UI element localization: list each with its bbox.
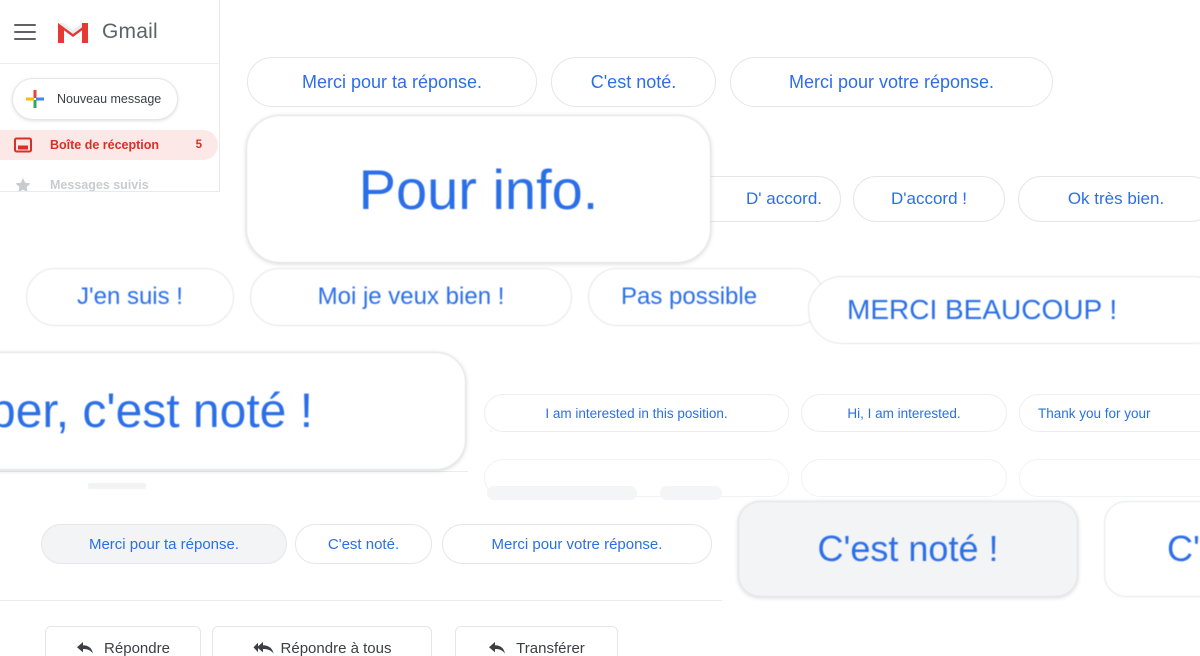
smart-reply-chip[interactable]: Merci pour votre réponse. bbox=[442, 524, 712, 564]
content-divider bbox=[0, 600, 722, 601]
message-action-bar: Répondre Répondre à tous Transférer bbox=[0, 612, 1200, 656]
forward-button[interactable]: Transférer bbox=[455, 626, 618, 656]
smart-reply-chip[interactable]: Pas possible bbox=[588, 268, 824, 326]
smart-reply-chip[interactable]: C' bbox=[1104, 501, 1200, 597]
compose-button[interactable]: Nouveau message bbox=[12, 78, 178, 120]
smart-reply-chip[interactable]: J'en suis ! bbox=[26, 268, 234, 326]
sidebar-item-inbox[interactable]: Boîte de réception 5 bbox=[0, 130, 218, 160]
smart-reply-chip[interactable]: MERCI BEAUCOUP ! bbox=[808, 276, 1200, 344]
chip-ghost-line bbox=[88, 483, 146, 489]
smart-reply-chip-super-cest-note[interactable]: per, c'est noté ! bbox=[0, 352, 466, 470]
gmail-logo-icon bbox=[56, 19, 90, 45]
smart-reply-chip[interactable]: Merci pour ta réponse. bbox=[41, 524, 287, 564]
hamburger-icon[interactable] bbox=[14, 23, 36, 40]
smart-reply-chip[interactable]: Moi je veux bien ! bbox=[250, 268, 572, 326]
sidebar-item-inbox-count: 5 bbox=[195, 139, 202, 151]
sidebar-item-inbox-label: Boîte de réception bbox=[50, 138, 160, 152]
smart-reply-chip[interactable]: C'est noté. bbox=[295, 524, 432, 564]
chip-ghost-outline bbox=[1019, 459, 1200, 497]
reply-all-icon bbox=[253, 640, 274, 656]
smart-reply-chip[interactable]: D'accord ! bbox=[853, 176, 1005, 222]
chip-ghost-outline bbox=[801, 459, 1007, 497]
content-divider bbox=[0, 471, 468, 472]
smart-reply-chip[interactable]: Merci pour votre réponse. bbox=[730, 57, 1053, 107]
smart-reply-chip[interactable]: Hi, I am interested. bbox=[801, 394, 1007, 432]
reply-icon bbox=[76, 640, 94, 656]
smart-reply-chip[interactable]: Merci pour ta réponse. bbox=[247, 57, 537, 107]
screenshot-stage: Gmail Nouveau message Boîte de réception… bbox=[0, 0, 1200, 656]
inbox-icon bbox=[14, 136, 32, 154]
smart-reply-chip[interactable]: Thank you for your bbox=[1019, 394, 1200, 432]
smart-reply-chip-pour-info[interactable]: Pour info. bbox=[246, 115, 711, 263]
gmail-wordmark: Gmail bbox=[102, 19, 158, 43]
sidebar-item-starred-label: Messages suivis bbox=[50, 178, 149, 192]
forward-button-label: Transférer bbox=[516, 639, 585, 656]
plus-icon bbox=[25, 89, 45, 109]
smart-reply-chip[interactable]: C'est noté. bbox=[551, 57, 716, 107]
smart-reply-chip[interactable]: I am interested in this position. bbox=[484, 394, 789, 432]
reply-button[interactable]: Répondre bbox=[45, 626, 201, 656]
chip-ghost-outline bbox=[490, 430, 492, 432]
smart-reply-chip[interactable]: Ok très bien. bbox=[1018, 176, 1200, 222]
star-icon bbox=[14, 176, 32, 191]
reply-button-label: Répondre bbox=[104, 639, 170, 656]
chip-ghost-line bbox=[660, 486, 722, 500]
smart-reply-chip-cest-note[interactable]: C'est noté ! bbox=[738, 501, 1078, 597]
chip-ghost-line bbox=[487, 486, 637, 500]
forward-icon bbox=[488, 640, 506, 656]
gmail-header: Gmail bbox=[0, 0, 219, 64]
gmail-sidebar: Gmail Nouveau message Boîte de réception… bbox=[0, 0, 220, 192]
compose-label: Nouveau message bbox=[57, 92, 162, 106]
reply-all-button[interactable]: Répondre à tous bbox=[212, 626, 432, 656]
sidebar-item-starred[interactable]: Messages suivis bbox=[0, 170, 218, 192]
reply-all-button-label: Répondre à tous bbox=[280, 639, 392, 656]
